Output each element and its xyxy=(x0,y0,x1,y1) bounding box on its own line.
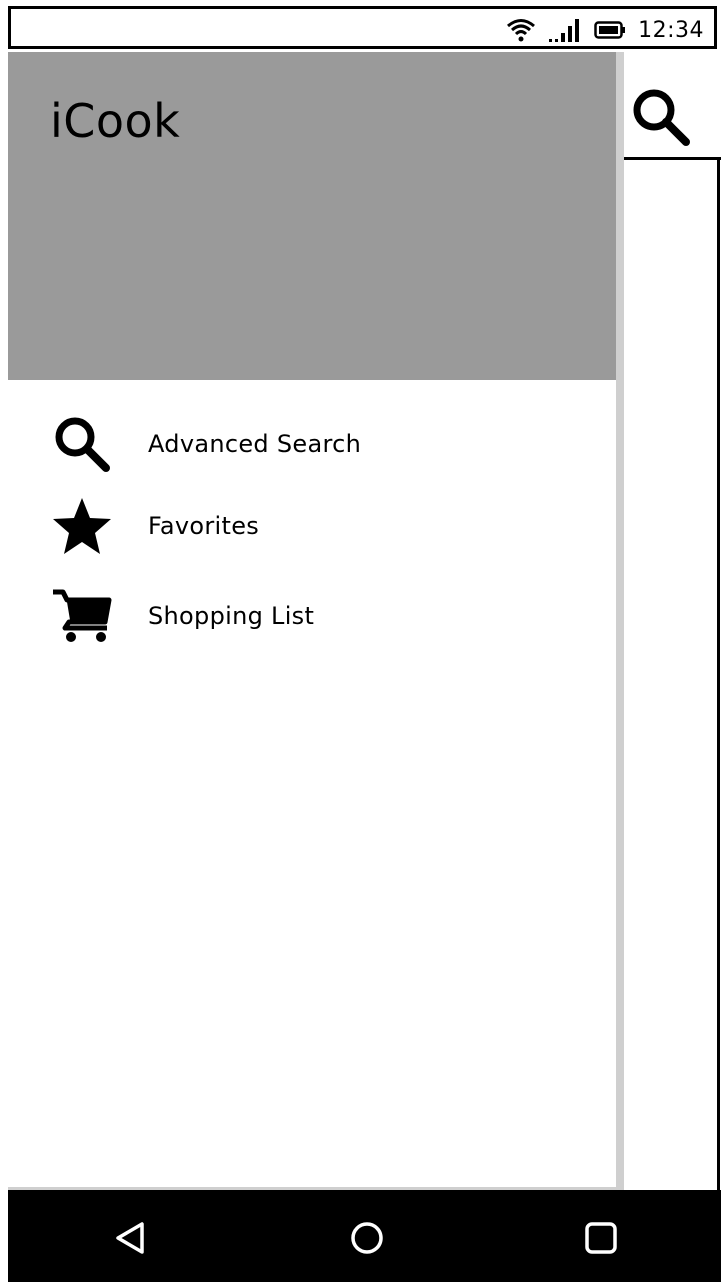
menu-item-advanced-search[interactable]: Advanced Search xyxy=(8,408,616,480)
search-icon[interactable] xyxy=(630,86,692,148)
wifi-icon xyxy=(506,17,536,43)
status-icons: 12:34 xyxy=(506,15,704,45)
signal-icon xyxy=(548,17,582,43)
app-content-border xyxy=(717,160,720,1190)
home-icon xyxy=(349,1220,385,1256)
recents-icon xyxy=(583,1220,619,1256)
app-title: iCook xyxy=(50,94,181,148)
star-icon xyxy=(50,494,114,558)
menu-item-favorites[interactable]: Favorites xyxy=(8,490,616,562)
status-time: 12:34 xyxy=(638,17,704,43)
battery-icon xyxy=(594,20,626,40)
navigation-drawer: iCook Advanced Search Favorites Shopping… xyxy=(8,52,616,1187)
cart-icon xyxy=(50,584,114,648)
home-button[interactable] xyxy=(339,1210,395,1266)
back-button[interactable] xyxy=(102,1210,158,1266)
drawer-shadow xyxy=(616,52,624,1190)
back-icon xyxy=(112,1220,148,1256)
menu-item-shopping-list[interactable]: Shopping List xyxy=(8,580,616,652)
device-screen: 12:34 iCook Advanced Search Favorites Sh… xyxy=(0,0,721,1282)
menu-item-label: Advanced Search xyxy=(148,430,362,458)
navigation-bar xyxy=(8,1190,721,1282)
status-bar: 12:34 xyxy=(8,6,717,49)
recents-button[interactable] xyxy=(573,1210,629,1266)
drawer-header: iCook xyxy=(8,52,616,380)
menu-item-label: Favorites xyxy=(148,512,260,540)
menu-item-label: Shopping List xyxy=(148,602,315,630)
search-icon xyxy=(50,412,114,476)
